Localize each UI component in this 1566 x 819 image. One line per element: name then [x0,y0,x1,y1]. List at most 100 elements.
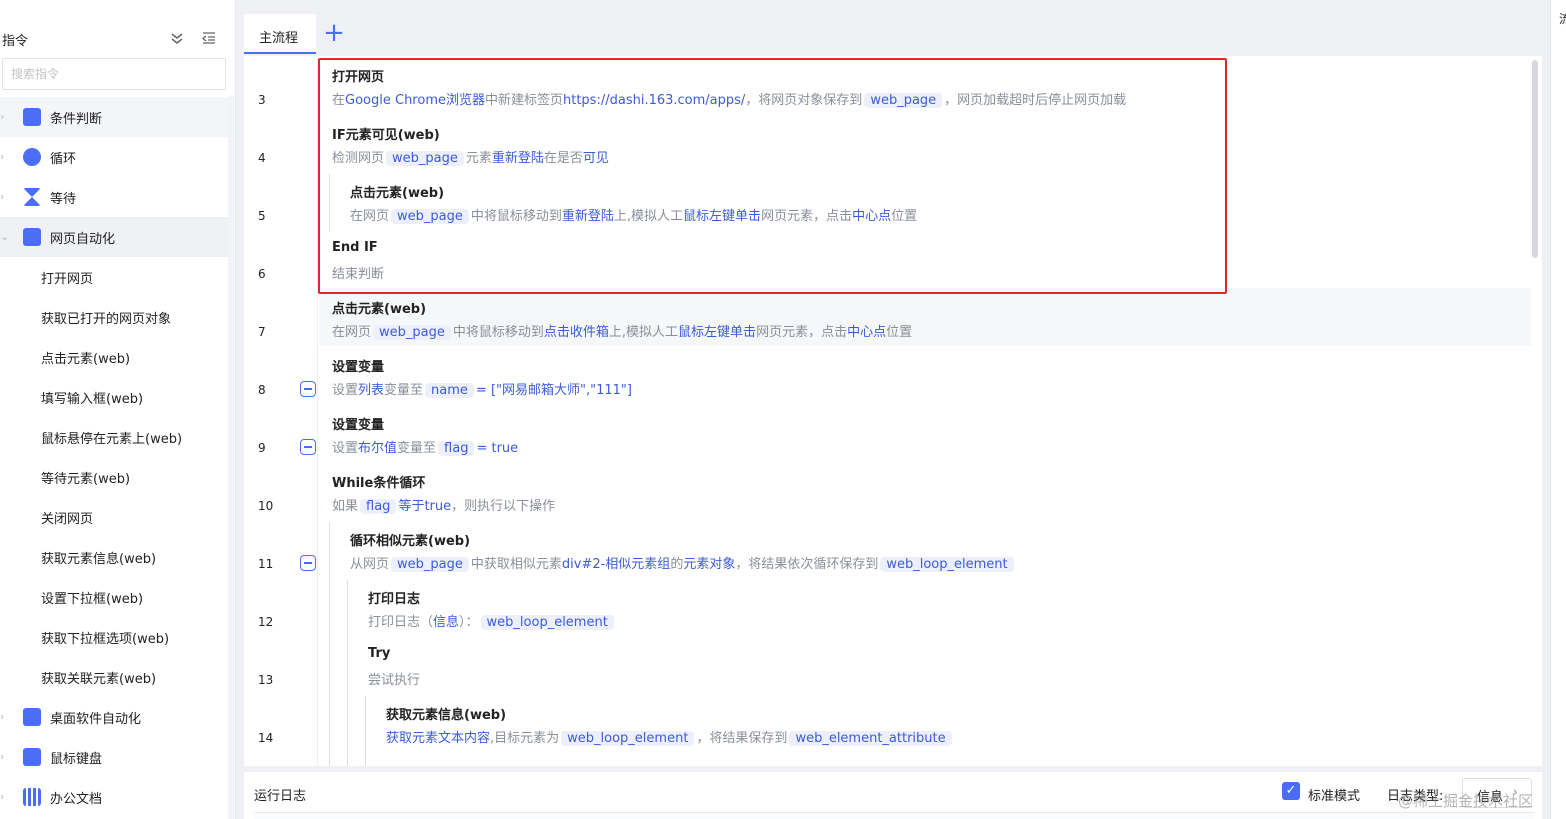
chevron-right-icon: › [0,190,5,203]
command-label: 关闭网页 [41,512,94,527]
web-automation-icon [23,228,41,246]
step-title: While条件循环 [332,476,426,491]
step-title: 打开网页 [332,70,385,85]
variable-chip: web_page [373,325,451,340]
add-tab-button[interactable]: + [322,20,346,46]
variable-chip: web_loop_element [880,557,1014,572]
step-description: 结束判断 [332,267,385,282]
step-get-element-info[interactable]: 获取元素信息(web) 获取元素文本内容,目标元素为 web_loop_eleme… [319,694,1531,752]
step-description: 如果 flag 等于true，则执行以下操作 [332,499,556,514]
log-output-area [254,812,1534,819]
sidebar-scrollbar[interactable] [228,96,234,819]
tab-label: 主流程 [259,31,299,46]
variable-chip: web_page [864,93,943,108]
variable-chip: web_page [391,209,469,224]
command-item[interactable]: 获取下拉框选项(web) [0,617,228,657]
step-description: 在网页 web_page 中将鼠标移动到重新登陆上,模拟人工鼠标左键单击网页元素，点… [350,209,918,224]
step-click-element[interactable]: 点击元素(web) 在网页 web_page 中将鼠标移动到点击收件箱上,模拟人工鼠… [319,288,1531,346]
standard-mode-checkbox[interactable]: ✓ [1282,782,1300,800]
category-mouse-keyboard[interactable]: › 鼠标键盘 [0,737,228,777]
step-title: End IF [332,240,378,255]
step-title: 设置变量 [332,418,385,433]
chevron-right-icon: › [0,710,5,723]
right-panel-edge[interactable]: 流 [1550,0,1566,819]
variable-chip: flag [360,499,397,514]
step-description: 检测网页 web_page 元素重新登陆在是否可见 [332,151,609,166]
flow-editor: 3 4 5 6 7 8 9 10 11 12 13 14 打开网页 在Googl… [244,56,1542,766]
collapse-block-icon[interactable] [300,381,316,397]
command-item[interactable]: 获取元素信息(web) [0,537,228,577]
command-label: 获取关联元素(web) [41,672,157,687]
command-item[interactable]: 获取关联元素(web) [0,657,228,697]
watermark: @稀土掘金技术社区 [1398,792,1534,810]
step-try[interactable]: Try 尝试执行 [319,636,1531,694]
flow-scrollbar[interactable] [1532,60,1538,258]
category-condition[interactable]: › 条件判断 [0,97,228,137]
step-description: 设置布尔值变量至 flag = true [332,441,519,456]
step-set-variable[interactable]: 设置变量 设置列表变量至 name = ["网易邮箱大师","111"] [319,346,1531,404]
step-title: IF元素可见(web) [332,128,440,143]
search-commands-input[interactable] [2,58,226,90]
category-label: 办公文档 [50,792,103,807]
step-description: 设置列表变量至 name = ["网易邮箱大师","111"] [332,383,632,398]
category-wait[interactable]: › 等待 [0,177,228,217]
collapse-block-icon[interactable] [300,439,316,455]
command-label: 设置下拉框(web) [41,592,144,607]
fold-sidebar-icon[interactable] [201,30,217,46]
chevron-right-icon: › [0,750,5,763]
step-description: 从网页 web_page 中获取相似元素div#2-相似元素组的元素对象，将结果依次… [350,553,1016,572]
step-description: 打印日志（信息）： web_loop_element [368,611,616,630]
command-label: 获取下拉框选项(web) [41,632,170,647]
collapse-all-icon[interactable] [169,30,185,46]
standard-mode-label: 标准模式 [1308,789,1361,804]
line-number: 8 [258,383,266,397]
flow-tabs: 主流程 + [244,14,1544,54]
line-gutter: 3 4 5 6 7 8 9 10 11 12 13 14 [244,56,318,766]
command-item[interactable]: 点击元素(web) [0,337,228,377]
step-title: 打印日志 [368,592,421,607]
line-number: 4 [258,151,266,165]
chevron-right-icon: › [0,110,5,123]
collapse-block-icon[interactable] [300,555,316,571]
sidebar-title: 指令 [2,34,29,49]
command-label: 鼠标悬停在元素上(web) [41,432,183,447]
mouse-keyboard-icon [23,748,41,766]
command-item[interactable]: 鼠标悬停在元素上(web) [0,417,228,457]
tab-main-flow[interactable]: 主流程 [244,14,316,54]
category-desktop-automation[interactable]: › 桌面软件自动化 [0,697,228,737]
step-loop-similar-elements[interactable]: 循环相似元素(web) 从网页 web_page 中获取相似元素div#2-相似元素… [319,520,1531,578]
category-office-docs[interactable]: › 办公文档 [0,777,228,817]
command-item[interactable]: 获取已打开的网页对象 [0,297,228,337]
command-item[interactable]: 打开网页 [0,257,228,297]
line-number: 6 [258,267,266,281]
category-web-automation[interactable]: ⌄ 网页自动化 [0,217,228,257]
step-set-variable[interactable]: 设置变量 设置布尔值变量至 flag = true [319,404,1531,462]
command-label: 获取元素信息(web) [41,552,157,567]
condition-tree-icon [23,108,41,126]
loop-icon [23,148,41,166]
line-number: 7 [258,325,266,339]
category-label: 桌面软件自动化 [50,712,142,727]
category-loop[interactable]: › 循环 [0,137,228,177]
command-item[interactable]: 关闭网页 [0,497,228,537]
step-click-element[interactable]: 点击元素(web) 在网页 web_page 中将鼠标移动到重新登陆上,模拟人工鼠标… [319,172,1531,230]
step-while-loop[interactable]: While条件循环 如果 flag 等于true，则执行以下操作 [319,462,1531,520]
line-number: 5 [258,209,266,223]
chevron-right-icon: › [0,790,5,803]
hourglass-icon [23,188,41,206]
step-print-log[interactable]: 打印日志 打印日志（信息）： web_loop_element [319,578,1531,636]
step-open-webpage[interactable]: 打开网页 在Google Chrome浏览器中新建标签页https://dash… [319,56,1531,114]
command-item[interactable]: 等待元素(web) [0,457,228,497]
line-number: 13 [258,673,274,687]
step-end-if[interactable]: End IF 结束判断 [319,230,1531,288]
step-description: 尝试执行 [368,673,421,688]
command-item[interactable]: 填写输入框(web) [0,377,228,417]
command-sidebar: 指令 › 条件判断 › 循环 › 等待 ⌄ 网页自动化 打开网页 获取已打开的网… [0,0,236,819]
command-item[interactable]: 设置下拉框(web) [0,577,228,617]
step-description: 在网页 web_page 中将鼠标移动到点击收件箱上,模拟人工鼠标左键单击网页元素，… [332,325,913,340]
step-if-element-visible[interactable]: IF元素可见(web) 检测网页 web_page 元素重新登陆在是否可见 [319,114,1531,172]
step-title: 点击元素(web) [350,186,445,201]
variable-chip: web_page [391,557,469,572]
sidebar-header: 指令 [0,24,236,54]
category-label: 鼠标键盘 [50,752,103,767]
